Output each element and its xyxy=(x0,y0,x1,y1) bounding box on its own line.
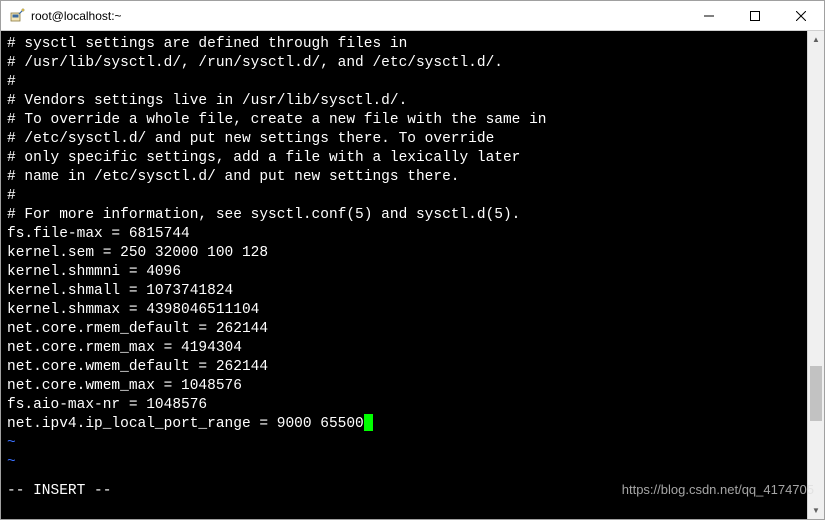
terminal-line: # sysctl settings are defined through fi… xyxy=(7,35,807,54)
terminal-line: # For more information, see sysctl.conf(… xyxy=(7,206,807,225)
putty-icon xyxy=(9,8,25,24)
terminal-line: net.core.wmem_max = 1048576 xyxy=(7,377,807,396)
terminal-content[interactable]: # sysctl settings are defined through fi… xyxy=(1,31,807,519)
vim-tilde-line: ~ xyxy=(7,434,807,453)
terminal-line: net.ipv4.ip_local_port_range = 9000 6550… xyxy=(7,415,807,434)
window-controls xyxy=(686,1,824,30)
scroll-down-button[interactable]: ▼ xyxy=(808,502,824,519)
vim-status-line: -- INSERT -- xyxy=(7,482,807,501)
scroll-thumb[interactable] xyxy=(810,366,822,421)
terminal-line: kernel.shmmax = 4398046511104 xyxy=(7,301,807,320)
vim-tilde-line: ~ xyxy=(7,453,807,472)
terminal-line: # name in /etc/sysctl.d/ and put new set… xyxy=(7,168,807,187)
minimize-button[interactable] xyxy=(686,1,732,30)
window-title: root@localhost:~ xyxy=(31,9,686,23)
terminal-line: kernel.sem = 250 32000 100 128 xyxy=(7,244,807,263)
close-button[interactable] xyxy=(778,1,824,30)
scroll-track[interactable] xyxy=(808,48,824,502)
terminal-line: # only specific settings, add a file wit… xyxy=(7,149,807,168)
maximize-button[interactable] xyxy=(732,1,778,30)
terminal-line: # xyxy=(7,187,807,206)
terminal-line: # To override a whole file, create a new… xyxy=(7,111,807,130)
titlebar[interactable]: root@localhost:~ xyxy=(1,1,824,31)
terminal-area: # sysctl settings are defined through fi… xyxy=(1,31,824,519)
terminal-line: kernel.shmmni = 4096 xyxy=(7,263,807,282)
terminal-line: # /etc/sysctl.d/ and put new settings th… xyxy=(7,130,807,149)
terminal-line: # /usr/lib/sysctl.d/, /run/sysctl.d/, an… xyxy=(7,54,807,73)
terminal-window: root@localhost:~ # sysctl settings are d… xyxy=(0,0,825,520)
terminal-line: fs.aio-max-nr = 1048576 xyxy=(7,396,807,415)
terminal-line: # xyxy=(7,73,807,92)
terminal-line: # Vendors settings live in /usr/lib/sysc… xyxy=(7,92,807,111)
terminal-line: fs.file-max = 6815744 xyxy=(7,225,807,244)
scrollbar[interactable]: ▲ ▼ xyxy=(807,31,824,519)
scroll-up-button[interactable]: ▲ xyxy=(808,31,824,48)
terminal-line: net.core.rmem_default = 262144 xyxy=(7,320,807,339)
terminal-line: kernel.shmall = 1073741824 xyxy=(7,282,807,301)
terminal-line: net.core.rmem_max = 4194304 xyxy=(7,339,807,358)
terminal-line: net.core.wmem_default = 262144 xyxy=(7,358,807,377)
cursor xyxy=(364,414,373,431)
